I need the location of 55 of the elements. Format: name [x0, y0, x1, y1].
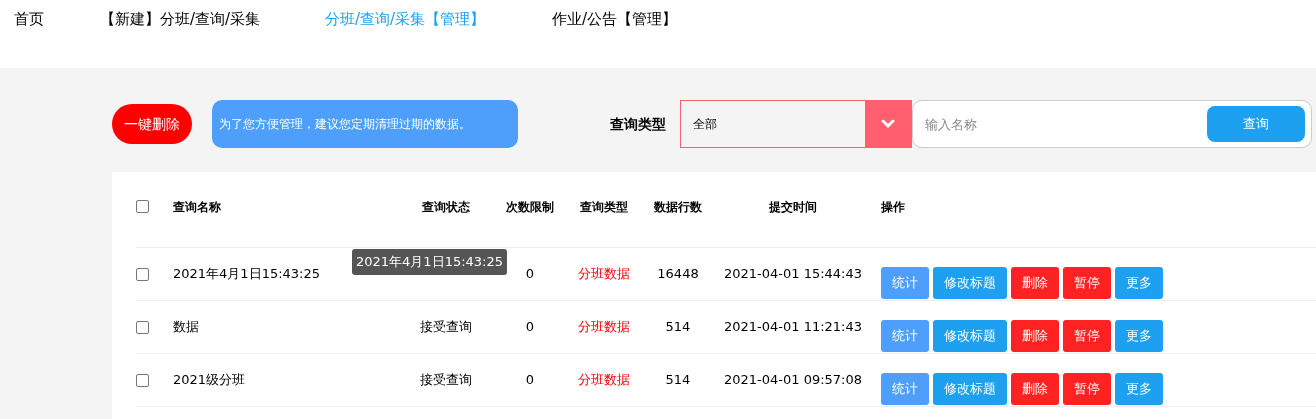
action-button[interactable]: 修改标题: [933, 373, 1007, 405]
column-header: 查询状态: [422, 198, 470, 216]
delete-all-button[interactable]: 一键删除: [112, 104, 192, 144]
type-cell-text: 分班数据: [578, 318, 630, 337]
nav-link[interactable]: 【新建】分班/查询/采集: [100, 8, 325, 31]
status-cell-text: 接受查询: [420, 371, 472, 390]
chevron-down-icon: [881, 119, 895, 129]
column-header: 次数限制: [506, 198, 554, 216]
limit-cell-text: 0: [525, 318, 535, 337]
checkbox[interactable]: [136, 200, 149, 213]
limit-cell-text: 0: [525, 265, 535, 284]
action-button[interactable]: 删除: [1011, 267, 1059, 299]
status-cell-text: 接受查询: [420, 318, 472, 337]
time-cell-text: 2021-04-01 11:21:43: [723, 318, 863, 337]
nav-link[interactable]: 分班/查询/采集【管理】: [325, 8, 552, 31]
count-cell-text: 514: [665, 371, 691, 390]
column-header: 查询类型: [580, 198, 628, 216]
action-button[interactable]: 更多: [1115, 320, 1163, 352]
action-button[interactable]: 统计: [881, 373, 929, 405]
column-header: 数据行数: [654, 198, 702, 216]
action-button[interactable]: 统计: [881, 267, 929, 299]
limit-cell-text: 0: [525, 371, 535, 390]
action-button[interactable]: 更多: [1115, 267, 1163, 299]
action-button[interactable]: 暂停: [1063, 267, 1111, 299]
notice-banner: 为了您方便管理，建议您定期清理过期的数据。: [212, 100, 518, 148]
column-header: 查询名称: [173, 198, 221, 216]
name-cell-text: 2021级分班: [173, 371, 247, 390]
query-type-label: 查询类型: [610, 114, 667, 134]
search-field[interactable]: 输入名称 查询: [912, 100, 1312, 148]
type-cell-text: 分班数据: [578, 371, 630, 390]
action-button[interactable]: 更多: [1115, 373, 1163, 405]
action-button[interactable]: 修改标题: [933, 320, 1007, 352]
time-cell-text: 2021-04-01 15:44:43: [723, 265, 863, 284]
checkbox[interactable]: [136, 320, 149, 334]
column-header: 操作: [881, 198, 905, 216]
action-button[interactable]: 暂停: [1063, 320, 1111, 352]
action-button[interactable]: 暂停: [1063, 373, 1111, 405]
time-cell-text: 2021-04-01 09:57:08: [723, 371, 863, 390]
search-button[interactable]: 查询: [1207, 106, 1305, 142]
name-cell-text: 数据: [173, 318, 200, 337]
count-cell-text: 16448: [657, 265, 699, 284]
tooltip: 2021年4月1日15:43:25: [352, 249, 507, 275]
name-cell-text: 2021年4月1日15:43:25: [173, 265, 321, 284]
type-select[interactable]: 全部: [680, 100, 912, 148]
nav-link[interactable]: 首页: [14, 8, 100, 31]
column-header: 提交时间: [769, 198, 817, 216]
action-button[interactable]: 统计: [881, 320, 929, 352]
action-button[interactable]: 修改标题: [933, 267, 1007, 299]
count-cell-text: 514: [665, 318, 691, 337]
action-button[interactable]: 删除: [1011, 320, 1059, 352]
checkbox[interactable]: [136, 267, 149, 281]
nav-link[interactable]: 作业/公告【管理】: [552, 8, 678, 31]
type-cell-text: 分班数据: [578, 265, 630, 284]
action-button[interactable]: 删除: [1011, 373, 1059, 405]
checkbox[interactable]: [136, 373, 149, 387]
